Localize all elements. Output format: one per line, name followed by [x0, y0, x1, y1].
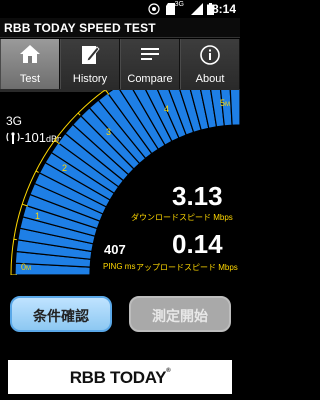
rbb-today-logo: RBB TODAY®: [69, 368, 171, 387]
info-icon: [200, 45, 220, 65]
ping-label: PING ms: [103, 262, 136, 271]
ping-unit: ms: [124, 262, 136, 271]
home-icon: [20, 45, 40, 63]
download-label: ダウンロードスピード Mbps: [131, 213, 233, 222]
android-notification-icon: [148, 3, 160, 15]
tab-history[interactable]: History: [60, 39, 120, 89]
tab-history-label: History: [72, 73, 108, 85]
gauge-max-label: 5M: [220, 98, 231, 108]
signal-strength-icon: [191, 3, 203, 15]
app-title: RBB TODAY SPEED TEST: [4, 21, 156, 35]
tab-test[interactable]: Test: [0, 39, 60, 89]
gauge-min-label: 0M: [21, 262, 32, 272]
network-type: 3G: [174, 1, 184, 8]
tab-about[interactable]: About: [180, 39, 240, 89]
list-icon: [141, 48, 159, 60]
upload-unit: Mbps: [218, 263, 238, 272]
status-time: 8:14: [211, 2, 236, 16]
gauge-tick-mark: [77, 112, 81, 116]
status-bar: 3G 8:14: [0, 0, 240, 18]
gauge-tick-mark: [35, 170, 39, 173]
upload-label: アップロードスピード Mbps: [136, 263, 238, 272]
tab-compare[interactable]: Compare: [120, 39, 180, 89]
condition-check-button[interactable]: 条件確認: [10, 296, 112, 332]
edit-icon: [82, 46, 100, 64]
download-unit: Mbps: [213, 213, 233, 222]
title-bar: RBB TODAY SPEED TEST: [0, 18, 240, 38]
tab-test-label: Test: [19, 73, 41, 85]
gauge-tick-3: 3: [106, 127, 112, 137]
gauge-tick-2: 2: [62, 163, 68, 173]
logo-banner[interactable]: RBB TODAY®: [8, 360, 232, 394]
tab-about-label: About: [195, 73, 225, 85]
tab-bar: Test History Compare About: [0, 39, 240, 89]
gauge-tick-4: 4: [164, 104, 170, 114]
start-measurement-button[interactable]: 測定開始: [129, 296, 231, 332]
tab-compare-label: Compare: [127, 73, 173, 85]
sd-card-icon: [166, 3, 175, 15]
gauge-tick-1: 1: [35, 211, 41, 221]
download-value: 3.13: [172, 181, 223, 211]
upload-value: 0.14: [172, 229, 223, 259]
ping-value: 407: [104, 242, 126, 257]
